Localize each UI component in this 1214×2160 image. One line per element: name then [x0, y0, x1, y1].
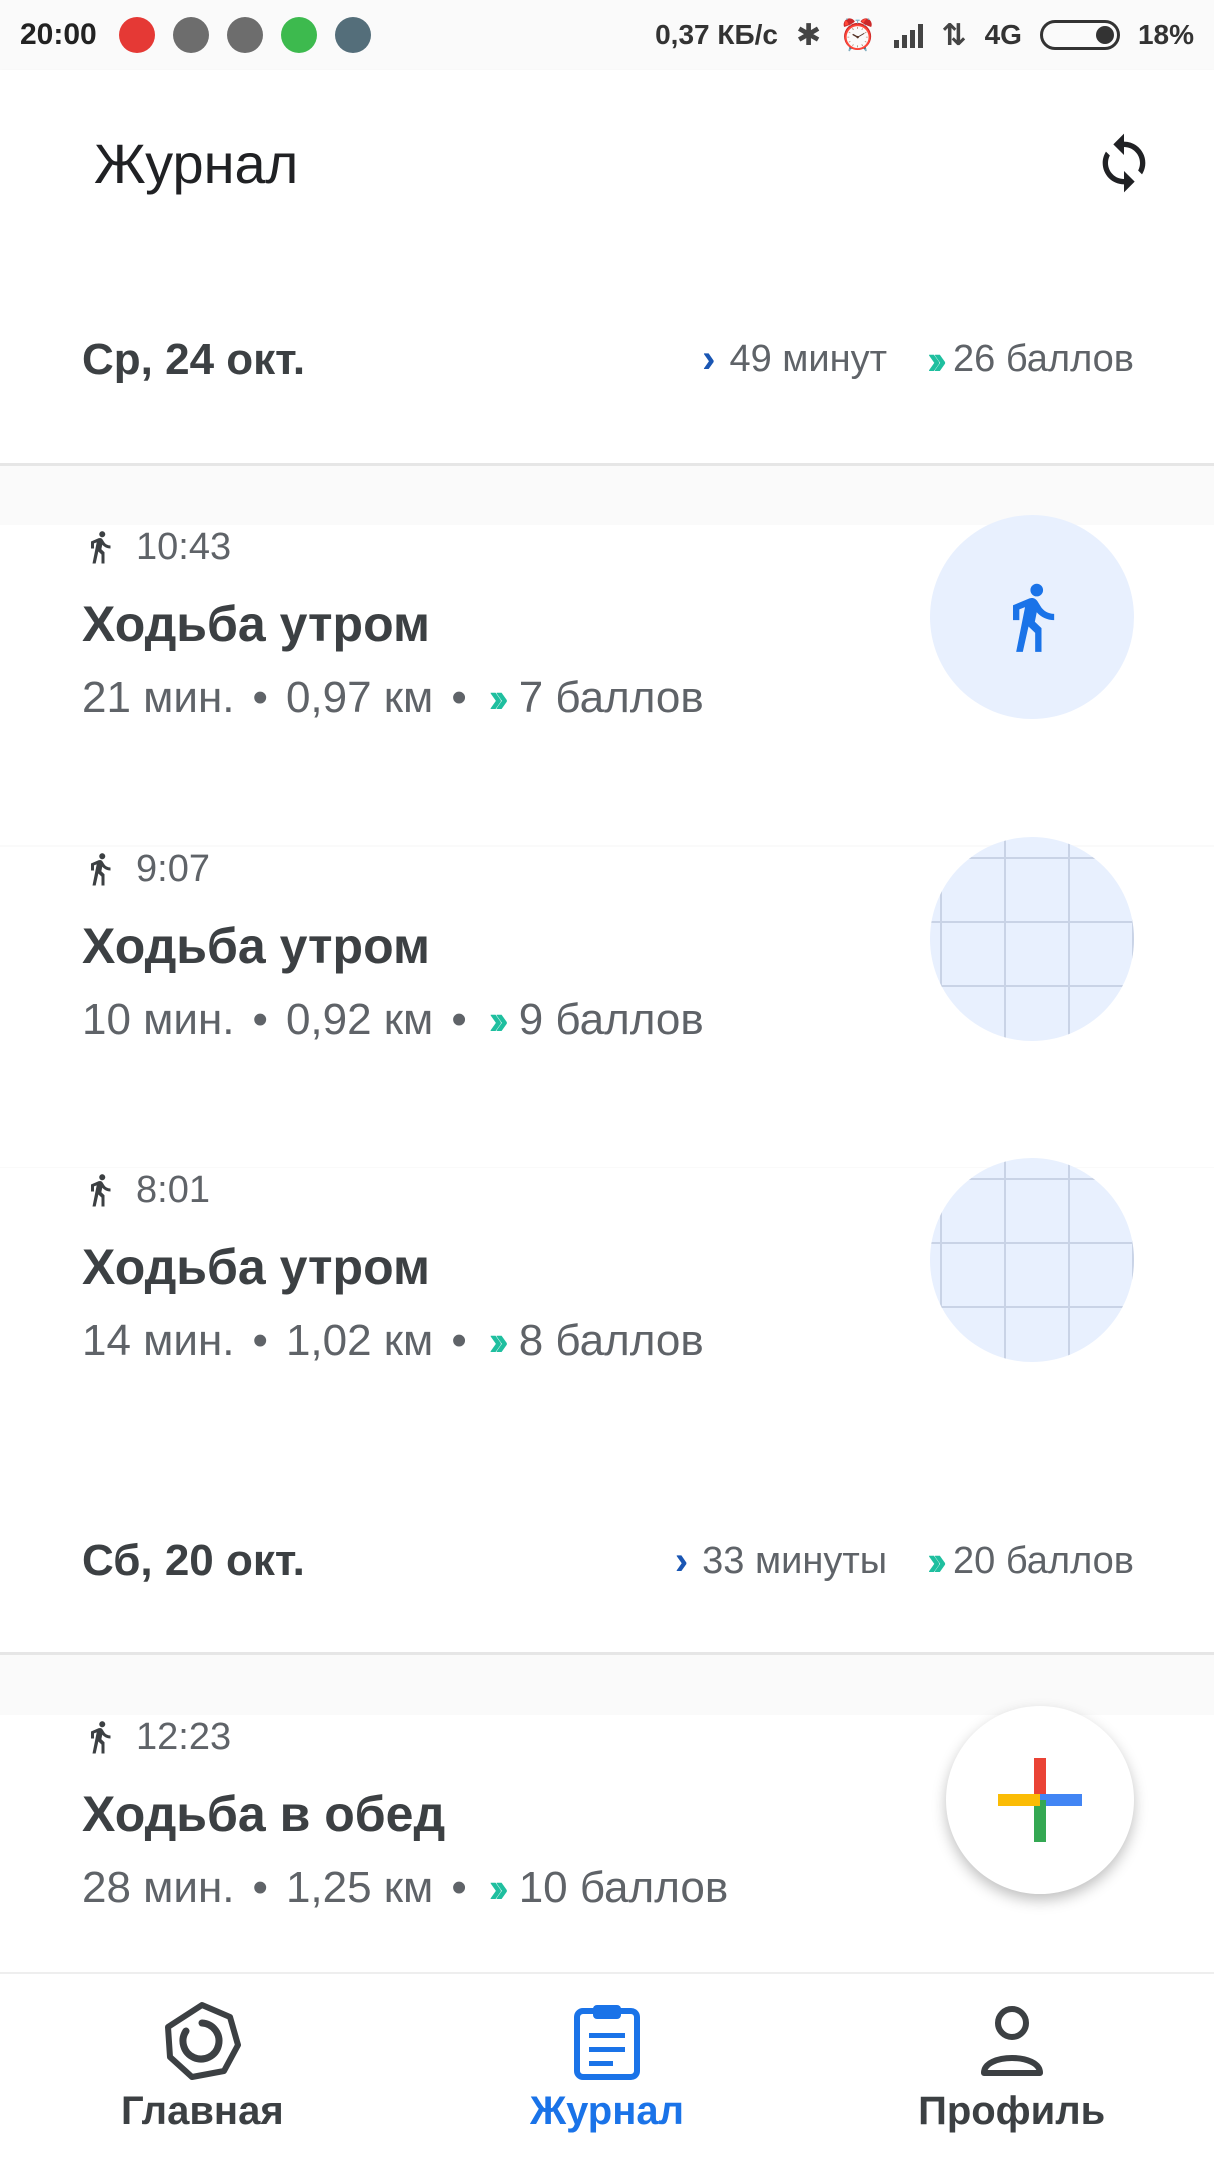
sync-button[interactable] [1084, 123, 1164, 203]
nav-home[interactable]: Главная [0, 1974, 405, 2160]
home-ring-icon [165, 2001, 242, 2080]
bottom-navigation: Главная Журнал Профиль [0, 1972, 1214, 2160]
nav-journal[interactable]: Журнал [405, 1974, 810, 2160]
entry-duration: 10 мин. [82, 995, 235, 1044]
app-bar: Журнал [0, 70, 1214, 256]
entry-points: 9 баллов [518, 995, 704, 1044]
heart-points-icon: ›› [488, 674, 509, 721]
day-minutes: 49 минут [729, 338, 888, 380]
entry-title: Ходьба утром [82, 596, 430, 652]
heart-points-icon: ›› [927, 1537, 947, 1584]
entry-distance: 1,25 км [285, 1863, 434, 1912]
app-notification-icon [172, 17, 209, 53]
heart-points-icon: ›› [488, 996, 509, 1043]
journal-icon [574, 2004, 640, 2080]
page-title: Журнал [94, 131, 299, 195]
entry-time: 9:07 [136, 847, 210, 890]
entry-points: 7 баллов [518, 673, 704, 722]
entry-points: 8 баллов [518, 1316, 704, 1365]
entry-details: 10 мин. • 0,92 км • ›› 9 баллов [82, 995, 704, 1044]
plus-icon [998, 1758, 1082, 1842]
battery-icon [1039, 20, 1120, 50]
walking-icon [91, 1721, 111, 1754]
entry-distance: 0,97 км [285, 673, 434, 722]
nav-profile[interactable]: Профиль [809, 1974, 1214, 2160]
day-date: Ср, 24 окт. [82, 334, 306, 384]
app-notification-icon [226, 17, 263, 53]
entry-distance: 0,92 км [285, 995, 434, 1044]
entry-duration: 14 мин. [82, 1316, 235, 1365]
alarm-icon: ⏰ [839, 18, 877, 52]
entry-title: Ходьба утром [82, 918, 430, 974]
day-stats: › 33 минуты ›› 20 баллов [675, 1537, 1134, 1585]
activity-entry[interactable]: 10:43 Ходьба утром 21 мин. • 0,97 км • ›… [0, 515, 1214, 845]
heart-points-icon: ›› [488, 1864, 509, 1911]
data-transfer-icon: ⇅ [941, 18, 967, 52]
activity-thumbnail [930, 515, 1134, 719]
entry-details: 14 мин. • 1,02 км • ›› 8 баллов [82, 1316, 704, 1365]
entry-time: 10:43 [136, 525, 232, 568]
entry-title: Ходьба в обед [82, 1786, 446, 1842]
walking-icon [1013, 583, 1055, 652]
map-thumbnail [930, 1158, 1134, 1362]
entry-duration: 28 мин. [82, 1863, 235, 1912]
network-speed: 0,37 КБ/с [655, 19, 778, 50]
signal-icon [894, 22, 924, 48]
walking-icon [91, 853, 111, 886]
activity-entry[interactable]: 9:07 Ходьба утром 10 мин. • 0,92 км • ››… [0, 837, 1214, 1167]
bluetooth-icon: ✱ [795, 18, 822, 52]
status-bar: 20:00 0,37 КБ/с ✱ ⏰ ⇅ 4G 18% [0, 0, 1214, 70]
sync-icon [1102, 133, 1146, 193]
nav-label: Профиль [918, 2088, 1106, 2133]
profile-icon [980, 2005, 1043, 2076]
telegram-notification-icon [334, 17, 371, 53]
day-header: Ср, 24 окт. › 49 минут ›› 26 баллов [0, 256, 1214, 466]
walking-icon [91, 1174, 111, 1207]
status-time: 20:00 [20, 18, 97, 51]
entry-distance: 1,02 км [285, 1316, 434, 1365]
walking-icon [91, 531, 111, 564]
heart-points-icon: ›› [488, 1317, 509, 1364]
nav-label: Журнал [529, 2088, 685, 2133]
entry-details: 21 мин. • 0,97 км • ›› 7 баллов [82, 673, 704, 722]
entry-details: 28 мин. • 1,25 км • ›› 10 баллов [82, 1863, 729, 1912]
map-thumbnail [930, 837, 1134, 1041]
entry-title: Ходьба утром [82, 1239, 430, 1295]
day-minutes: 33 минуты [702, 1539, 888, 1582]
nav-label: Главная [120, 2088, 284, 2133]
youtube-notification-icon [118, 17, 155, 53]
status-indicators: 0,37 КБ/с ✱ ⏰ ⇅ 4G 18% [655, 18, 1194, 53]
day-points: 20 баллов [953, 1539, 1134, 1582]
battery-percent: 18% [1137, 19, 1194, 50]
android-notification-icon [280, 17, 317, 53]
day-date: Сб, 20 окт. [82, 1536, 305, 1585]
entry-points: 10 баллов [518, 1863, 729, 1912]
day-stats: › 49 минут ›› 26 баллов [702, 336, 1134, 384]
entry-duration: 21 мин. [82, 673, 235, 722]
activity-entry[interactable]: 8:01 Ходьба утром 14 мин. • 1,02 км • ››… [0, 1158, 1214, 1488]
day-points: 26 баллов [953, 338, 1134, 380]
network-type: 4G [984, 19, 1022, 50]
entry-time: 8:01 [136, 1168, 210, 1211]
notification-icons [118, 17, 371, 53]
move-minutes-icon: › [702, 337, 716, 381]
entry-time: 12:23 [136, 1715, 232, 1758]
heart-points-icon: ›› [927, 335, 947, 383]
add-activity-button[interactable] [946, 1706, 1134, 1894]
move-minutes-icon: › [674, 1538, 689, 1583]
day-header: Сб, 20 окт. › 33 минуты ›› 20 баллов [0, 1470, 1214, 1655]
